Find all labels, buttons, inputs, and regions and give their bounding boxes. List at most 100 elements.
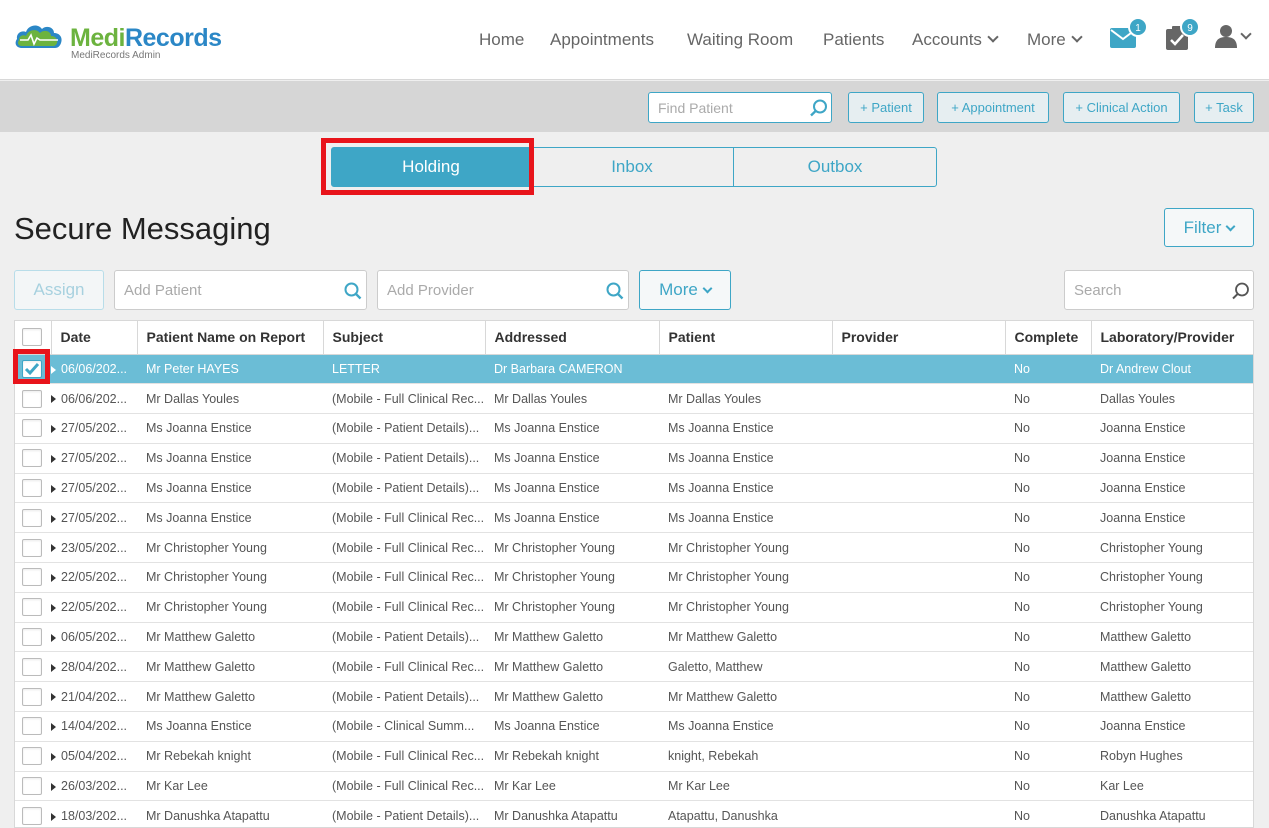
caret-right-icon[interactable] bbox=[51, 514, 56, 523]
complete-cell: No bbox=[1005, 443, 1091, 474]
patient-cell: Mr Matthew Galetto bbox=[659, 622, 832, 653]
row-checkbox[interactable] bbox=[22, 568, 42, 587]
caret-right-icon[interactable] bbox=[51, 425, 56, 434]
date-text: 27/05/202... bbox=[61, 481, 128, 496]
caret-right-icon[interactable] bbox=[51, 782, 56, 791]
row-checkbox[interactable] bbox=[22, 449, 42, 468]
row-checkbox[interactable] bbox=[22, 598, 42, 617]
row-checkbox[interactable] bbox=[22, 747, 42, 766]
tab-outbox[interactable]: Outbox bbox=[733, 148, 936, 186]
caret-right-icon[interactable] bbox=[51, 454, 56, 463]
search-icon[interactable] bbox=[344, 282, 362, 300]
row-checkbox[interactable] bbox=[22, 657, 42, 676]
medirecords-logo[interactable]: MediRecords MediRecords Admin bbox=[14, 20, 234, 64]
table-row[interactable]: 18/03/202... Mr Danushka Atapattu (Mobile … bbox=[15, 800, 1253, 827]
date-cell: 26/03/202... bbox=[51, 771, 137, 802]
table-row[interactable]: 06/05/202... Mr Matthew Galetto (Mobile - … bbox=[15, 622, 1253, 653]
search-icon[interactable] bbox=[1232, 282, 1250, 300]
row-checkbox[interactable] bbox=[22, 717, 42, 736]
select-all-checkbox[interactable] bbox=[22, 328, 42, 347]
complete-cell: No bbox=[1005, 741, 1091, 772]
table-row[interactable]: 21/04/202... Mr Matthew Galetto (Mobile - … bbox=[15, 681, 1253, 713]
row-checkbox[interactable] bbox=[22, 806, 42, 825]
caret-right-icon[interactable] bbox=[51, 663, 56, 672]
table-row[interactable]: 23/05/202... Mr Christopher Young (Mobile … bbox=[15, 532, 1253, 564]
search-icon[interactable] bbox=[810, 99, 828, 117]
add-task-button[interactable]: + Task bbox=[1194, 92, 1254, 123]
table-row[interactable]: 26/03/202... Mr Kar Lee (Mobile - Full Cli… bbox=[15, 771, 1253, 802]
date-text: 28/04/202... bbox=[61, 659, 128, 674]
row-checkbox[interactable] bbox=[22, 389, 42, 408]
row-checkbox[interactable] bbox=[22, 508, 42, 527]
complete-cell: No bbox=[1005, 622, 1091, 653]
row-checkbox-cell bbox=[15, 473, 51, 504]
row-checkbox[interactable] bbox=[22, 628, 42, 647]
more-actions-button[interactable]: More bbox=[639, 270, 731, 310]
table-row[interactable]: 06/06/202... Mr Dallas Youles (Mobile - Fu… bbox=[15, 383, 1253, 415]
date-text: 22/05/202... bbox=[61, 570, 128, 585]
table-search-input[interactable] bbox=[1065, 271, 1225, 309]
caret-right-icon[interactable] bbox=[51, 752, 56, 761]
nav-home[interactable]: Home bbox=[479, 30, 524, 50]
nav-accounts[interactable]: Accounts bbox=[912, 30, 999, 50]
column-header-date[interactable]: Date bbox=[51, 321, 138, 355]
row-checkbox[interactable] bbox=[22, 777, 42, 796]
table-row[interactable]: 05/04/202... Mr Rebekah knight (Mobile - F… bbox=[15, 741, 1253, 772]
caret-right-icon[interactable] bbox=[51, 723, 56, 732]
caret-right-icon[interactable] bbox=[51, 365, 56, 374]
table-row[interactable]: 27/05/202... Ms Joanna Enstice (Mobile - P… bbox=[15, 413, 1253, 444]
table-row[interactable]: 14/04/202... Ms Joanna Enstice (Mobile - C… bbox=[15, 711, 1253, 742]
nav-more[interactable]: More bbox=[1027, 30, 1083, 50]
table-row[interactable]: 28/04/202... Mr Matthew Galetto (Mobile - … bbox=[15, 651, 1253, 683]
caret-right-icon[interactable] bbox=[51, 812, 56, 821]
date-text: 27/05/202... bbox=[61, 451, 128, 466]
row-checkbox[interactable] bbox=[22, 538, 42, 557]
table-row[interactable]: 27/05/202... Ms Joanna Enstice (Mobile - P… bbox=[15, 443, 1253, 474]
row-checkbox[interactable] bbox=[22, 419, 42, 438]
caret-right-icon[interactable] bbox=[51, 544, 56, 553]
user-menu-button[interactable] bbox=[1215, 24, 1252, 53]
add-patient-input[interactable] bbox=[115, 271, 335, 309]
column-header-subject[interactable]: Subject bbox=[323, 321, 486, 355]
patient-name-cell: Mr Christopher Young bbox=[137, 562, 323, 593]
caret-right-icon[interactable] bbox=[51, 633, 56, 642]
column-header-addressed[interactable]: Addressed bbox=[485, 321, 660, 355]
tab-inbox[interactable]: Inbox bbox=[530, 148, 733, 186]
row-checkbox[interactable] bbox=[22, 479, 42, 498]
tab-holding[interactable]: Holding bbox=[332, 148, 530, 186]
table-row[interactable]: 22/05/202... Mr Christopher Young (Mobile … bbox=[15, 562, 1253, 593]
assign-button[interactable]: Assign bbox=[14, 270, 104, 310]
column-header-patient-name-on-report[interactable]: Patient Name on Report bbox=[137, 321, 324, 355]
caret-right-icon[interactable] bbox=[51, 603, 56, 612]
table-row[interactable]: 22/05/202... Mr Christopher Young (Mobile … bbox=[15, 592, 1253, 623]
add-provider-input[interactable] bbox=[378, 271, 598, 309]
messages-button[interactable]: 1 bbox=[1110, 17, 1148, 53]
column-header-laboratory-provider[interactable]: Laboratory/Provider bbox=[1091, 321, 1253, 355]
action-bar: + Patient + Appointment + Clinical Actio… bbox=[0, 81, 1269, 132]
nav-patients[interactable]: Patients bbox=[823, 30, 884, 50]
column-header-provider[interactable]: Provider bbox=[832, 321, 1006, 355]
row-checkbox[interactable] bbox=[22, 687, 42, 706]
column-header-complete[interactable]: Complete bbox=[1005, 321, 1092, 355]
caret-right-icon[interactable] bbox=[51, 484, 56, 493]
caret-right-icon[interactable] bbox=[51, 574, 56, 583]
checkmark-icon bbox=[24, 362, 40, 376]
row-checkbox[interactable] bbox=[22, 359, 42, 378]
laboratory-provider-cell: Robyn Hughes bbox=[1091, 741, 1253, 772]
add-clinical-action-button[interactable]: + Clinical Action bbox=[1063, 92, 1180, 123]
find-patient-input[interactable] bbox=[649, 93, 799, 122]
filter-button[interactable]: Filter bbox=[1164, 208, 1254, 247]
date-cell: 06/06/202... bbox=[51, 383, 137, 415]
caret-right-icon[interactable] bbox=[51, 693, 56, 702]
column-header-patient[interactable]: Patient bbox=[659, 321, 833, 355]
nav-appointments[interactable]: Appointments bbox=[550, 30, 654, 50]
table-row[interactable]: 27/05/202... Ms Joanna Enstice (Mobile - P… bbox=[15, 473, 1253, 504]
tasks-button[interactable]: 9 bbox=[1166, 17, 1200, 55]
table-row[interactable]: 27/05/202... Ms Joanna Enstice (Mobile - F… bbox=[15, 502, 1253, 534]
nav-waiting-room[interactable]: Waiting Room bbox=[687, 30, 793, 50]
add-appointment-button[interactable]: + Appointment bbox=[937, 92, 1049, 123]
caret-right-icon[interactable] bbox=[51, 395, 56, 404]
table-row[interactable]: 06/06/202... Mr Peter HAYES LETTER Dr Barba… bbox=[15, 354, 1253, 385]
add-patient-button[interactable]: + Patient bbox=[848, 92, 924, 123]
search-icon[interactable] bbox=[606, 282, 624, 300]
